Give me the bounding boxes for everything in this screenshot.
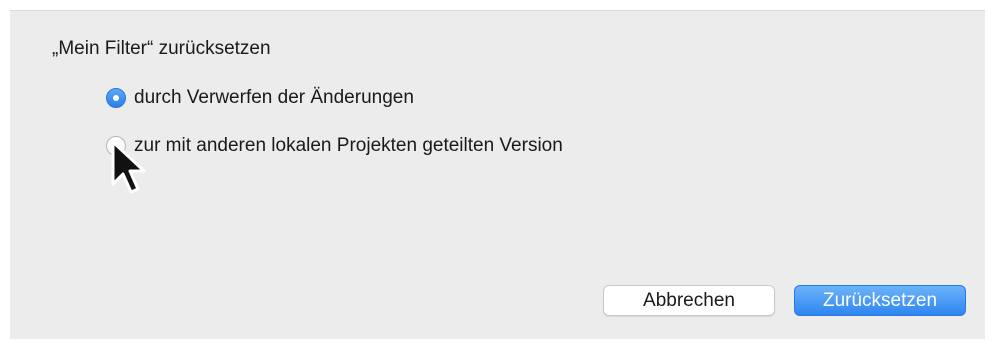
reset-button[interactable]: Zurücksetzen xyxy=(794,285,966,316)
option-shared-version[interactable]: zur mit anderen lokalen Projekten geteil… xyxy=(106,133,563,159)
cancel-button[interactable]: Abbrechen xyxy=(603,285,775,316)
option-discard-changes-label: durch Verwerfen der Änderungen xyxy=(134,87,414,108)
option-discard-changes[interactable]: durch Verwerfen der Änderungen xyxy=(106,85,414,111)
reset-filter-dialog: „Mein Filter“ zurücksetzen durch Verwerf… xyxy=(10,10,985,339)
option-shared-version-label: zur mit anderen lokalen Projekten geteil… xyxy=(134,135,563,156)
radio-selected-icon[interactable] xyxy=(106,88,126,108)
dialog-title: „Mein Filter“ zurücksetzen xyxy=(52,38,271,59)
radio-unselected-icon[interactable] xyxy=(106,136,126,156)
